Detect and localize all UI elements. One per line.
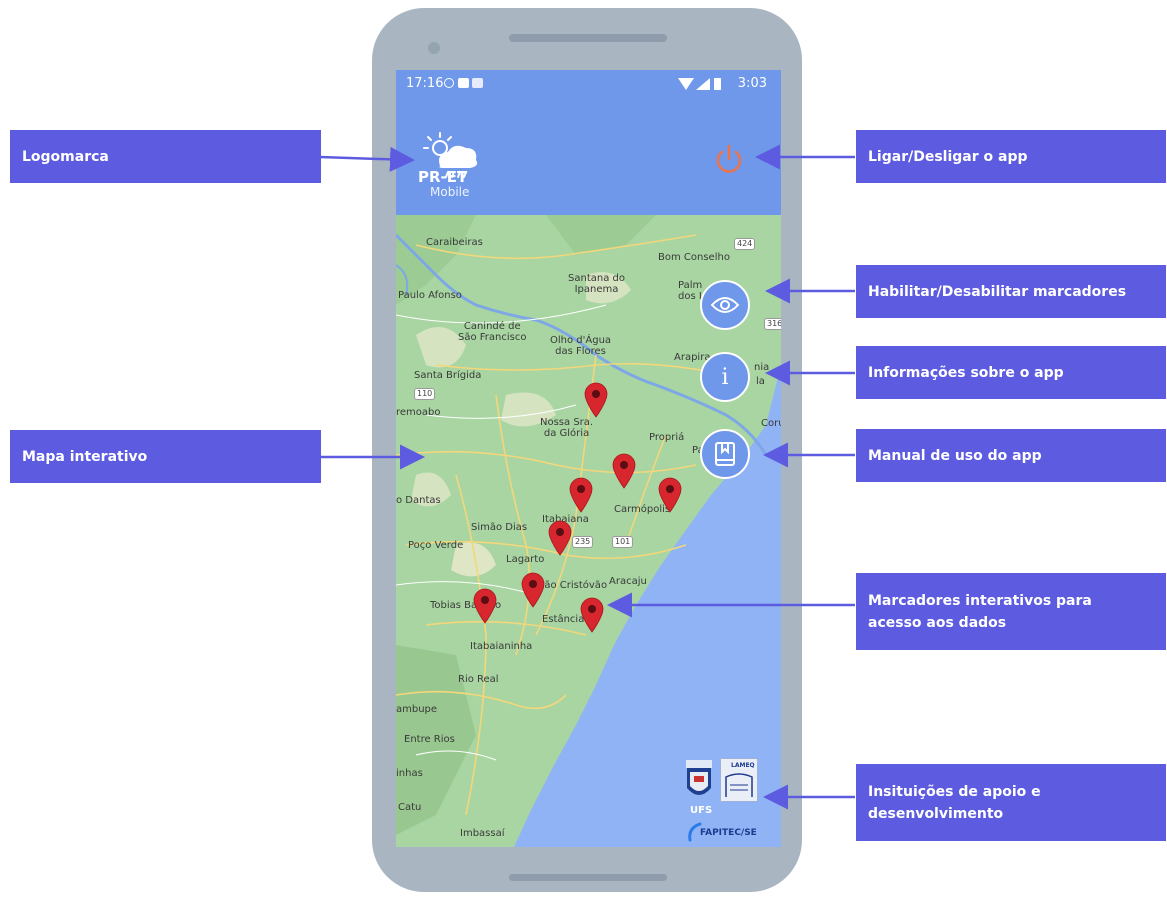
map-label: Simão Dias [471,522,528,533]
map-label: Santana do Ipanema [568,273,625,295]
map-label: Coru [761,418,781,429]
map-label: inhas [396,768,423,779]
home-bar [509,874,667,881]
callout-marcadores: Marcadores interativos para acesso aos d… [856,573,1166,650]
eye-icon [710,297,740,313]
status-time: 17:16 [406,76,444,91]
map-label: Palm dos I [678,280,703,302]
battery-icon [714,78,721,90]
whatsapp-icon [444,78,454,88]
manual-button[interactable] [700,429,750,479]
map-label: Canindé de São Francisco [458,321,527,343]
road-shield: 424 [734,238,756,250]
wifi-icon [678,78,694,90]
ufs-crest-icon [686,760,712,795]
info-button[interactable]: i [700,352,750,402]
map-label: nia [754,362,770,373]
logo-subtitle: Mobile [430,185,470,199]
status-clock: 3:03 [737,76,767,91]
lameq-logo: LAMEQ [720,758,758,802]
map-label: Caraibeiras [426,237,483,248]
map-label: Bom Conselho [658,252,730,263]
map-label: Lagarto [506,554,545,565]
map-label: Rio Real [458,674,499,685]
road-shield: 110 [414,388,436,400]
map-label: o Dantas [396,495,441,506]
logo-title: PR-ET [418,168,468,186]
callout-manual: Manual de uso do app [856,429,1166,482]
speaker-grille [509,34,667,42]
app-bar: 17:16 3:03 PR-ET Mobile [396,70,781,215]
signal-icon [696,78,710,90]
status-bar: 17:16 3:03 [396,70,781,98]
road-shield: 235 [572,536,594,548]
map-label: Itabaianinha [470,641,533,652]
lameq-emblem-icon [725,773,753,797]
map-marker-icon[interactable] [548,520,572,556]
road-shield: 101 [612,536,634,548]
lameq-label: LAMEQ [731,762,755,769]
map-marker-icon[interactable] [569,477,593,513]
map-label: São Cristóvão [538,580,608,591]
book-icon [715,442,735,466]
map-label: Entre Rios [404,734,455,745]
map-label: Olho d'Água das Flores [550,335,612,357]
map-label: Poço Verde [408,540,464,551]
callout-ligar: Ligar/Desligar o app [856,130,1166,183]
road-shield: 316 [764,318,781,330]
map-label: Santa Brígida [414,370,482,381]
map-label: remoabo [396,407,441,418]
youtube-icon [458,78,469,88]
map-label: la [756,376,765,387]
mail-icon [472,78,483,88]
map-label: Paulo Afonso [398,290,462,301]
camera-dot [428,42,440,54]
callout-habilitar: Habilitar/Desabilitar marcadores [856,265,1166,318]
callout-mapa: Mapa interativo [10,430,321,483]
map-marker-icon[interactable] [584,382,608,418]
map-marker-icon[interactable] [612,453,636,489]
map-label: Propriá [649,432,685,443]
map-label: Catu [398,802,422,813]
fapitec-label: FAPITEC/SE [700,828,757,838]
power-icon[interactable] [712,142,746,176]
map-label: ambupe [396,704,438,715]
toggle-markers-button[interactable] [700,280,750,330]
map-marker-icon[interactable] [473,588,497,624]
map-marker-icon[interactable] [580,597,604,633]
ufs-label: UFS [690,805,713,816]
map-marker-icon[interactable] [521,572,545,608]
map-label: Imbassaí [460,828,505,839]
callout-informacoes: Informações sobre o app [856,346,1166,399]
callout-instituicoes: Insituições de apoio e desenvolvimento [856,764,1166,841]
map-label: Nossa Sra. da Glória [540,417,594,439]
info-icon: i [721,364,729,390]
map-label: Estância [542,614,585,625]
callout-logomarca: Logomarca [10,130,321,183]
map-marker-icon[interactable] [658,477,682,513]
phone-screen: Caraibeiras Bom Conselho Santana do Ipan… [396,70,781,847]
map-label: Aracaju [609,576,647,587]
